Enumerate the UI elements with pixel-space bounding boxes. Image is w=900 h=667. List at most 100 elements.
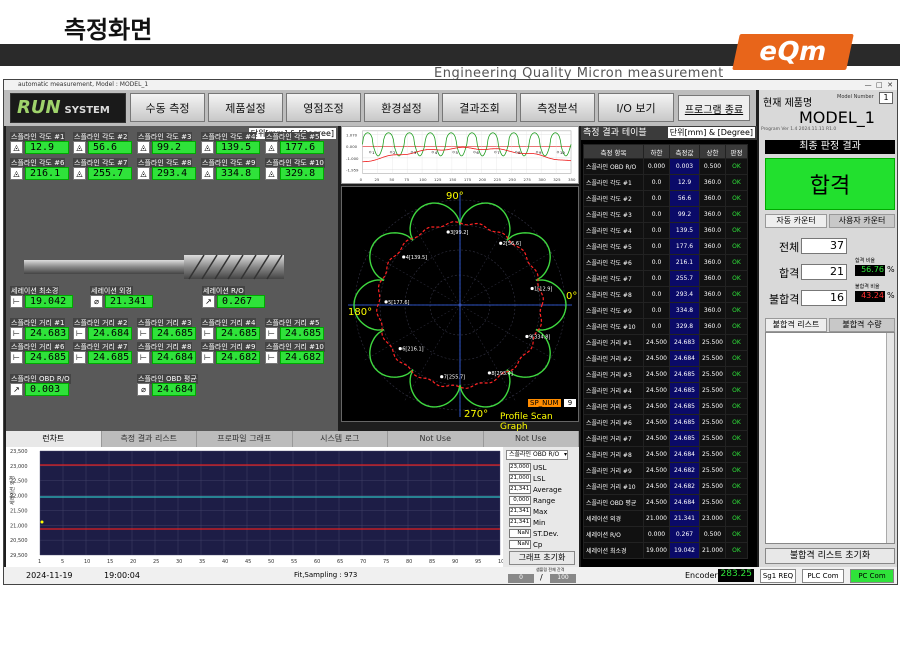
angle-8-value: 293.4 (152, 167, 196, 180)
model-number-value[interactable]: 1 (879, 92, 893, 104)
table-cell: 24.500 (643, 334, 670, 351)
distance-9-value: 24.682 (216, 351, 260, 364)
slide-title: 측정화면 (64, 16, 153, 44)
close-button[interactable]: ✕ (887, 81, 893, 89)
tab-fail-list[interactable]: 불합격 리스트 (765, 318, 827, 332)
legend-name: USL (533, 464, 547, 472)
manual-measure-button[interactable]: 수동 측정 (130, 93, 205, 122)
tab-auto-counter[interactable]: 자동 카운터 (765, 214, 827, 228)
tab-run-chart[interactable]: 런차트 (6, 431, 102, 447)
pass-ratio-unit: % (887, 265, 895, 274)
dist-icon: ⊢ (265, 351, 278, 364)
logo-sub: SYSTEM (64, 105, 110, 116)
polar-label-180: 180° (348, 307, 373, 318)
diameter-icon: ⌀ (137, 383, 150, 396)
zero-adjust-button[interactable]: 영점조정 (286, 93, 361, 122)
table-cell: 24.685 (669, 382, 700, 399)
io-view-button[interactable]: I/O 보기 (598, 93, 674, 122)
table-row: 스플라인 거리 #4 24.500 24.685 25.500 OK (583, 382, 748, 399)
table-cell: 세레이션 최소경 (583, 542, 644, 559)
trend-xtick: 55 (291, 559, 297, 565)
tab-profile-graph[interactable]: 프로파일 그래프 (197, 431, 293, 447)
fail-list-reset-button[interactable]: 불합격 리스트 초기화 (765, 548, 895, 564)
sampling-start[interactable]: 0 (508, 574, 534, 583)
tab-result-list[interactable]: 측정 결과 리스트 (102, 431, 197, 447)
legend-name: Cp (533, 541, 543, 549)
table-row: 스플라인 거리 #2 24.500 24.684 25.500 OK (583, 350, 748, 367)
sp-num-value[interactable]: 9 (564, 399, 576, 407)
table-row: 스플라인 거리 #10 24.500 24.682 25.500 OK (583, 478, 748, 495)
trend-ytick: 21,000 (10, 523, 28, 529)
table-cell: 스플라인 거리 #1 (583, 334, 644, 351)
profile-xtick: 25 (374, 177, 379, 182)
table-cell: 216.1 (669, 254, 700, 271)
table-cell: 24.683 (669, 334, 700, 351)
tab-system-log[interactable]: 시스템 로그 (293, 431, 388, 447)
maximize-button[interactable]: □ (876, 81, 883, 89)
table-cell: 99.2 (669, 206, 700, 223)
table-cell: 0.0 (643, 174, 670, 191)
results-query-button[interactable]: 결과조회 (442, 93, 517, 122)
table-cell: OK (725, 334, 748, 351)
profile-scan-graph: 1[12.9] 2[56.6] 3[99.2] 4[139.5] 5[177.6] 6[2… (341, 186, 579, 432)
table-cell: 293.4 (669, 286, 700, 303)
fail-list-box[interactable] (765, 332, 895, 544)
legend-value: NaN (509, 540, 531, 549)
table-cell: 21.000 (699, 542, 726, 559)
table-cell: 177.6 (669, 238, 700, 255)
graph-reset-button[interactable]: 그래프 초기화 (509, 551, 575, 565)
profile-xtick: 100 (419, 177, 427, 182)
profile-xtick: 325 (553, 177, 561, 182)
tab-fail-count[interactable]: 불합격 수량 (829, 318, 895, 332)
sampling-end[interactable]: 100 (550, 574, 576, 583)
eqm-logo: eQm (732, 34, 854, 70)
status-time: 19:00:04 (104, 571, 140, 580)
trend-xtick: 60 (314, 559, 320, 565)
dist-icon: ⊢ (10, 295, 23, 308)
list-scrollbar[interactable] (886, 333, 894, 543)
table-row: 스플라인 각도 #9 0.0 334.8 360.0 OK (583, 302, 748, 319)
table-cell: 24.685 (669, 398, 700, 415)
profile-mark-dot (515, 150, 518, 154)
model-name: MODEL_1 (799, 108, 875, 127)
legend-name: Range (533, 497, 556, 505)
trend-xtick: 25 (153, 559, 159, 565)
table-row: 스플라인 거리 #3 24.500 24.685 25.500 OK (583, 366, 748, 383)
table-row: 스플라인 각도 #1 0.0 12.9 360.0 OK (583, 174, 748, 191)
fail-label: 불합격 (769, 293, 800, 306)
table-cell: 0.0 (643, 222, 670, 239)
angle-icon: ◬ (265, 141, 278, 154)
polar-label-90: 90° (446, 191, 464, 202)
legend-name: ST.Dev. (533, 530, 559, 538)
table-cell: OK (725, 446, 748, 463)
trend-xtick: 50 (268, 559, 274, 565)
table-cell: 360.0 (699, 270, 726, 287)
dist-icon: ⊢ (201, 351, 214, 364)
product-settings-button[interactable]: 제품설정 (208, 93, 283, 122)
distance-7-value: 24.685 (88, 351, 132, 364)
status-date: 2024-11-19 (26, 571, 73, 580)
minimize-button[interactable]: — (865, 81, 872, 89)
obd-average-value: 24.684 (152, 383, 196, 396)
environment-settings-button[interactable]: 환경설정 (364, 93, 439, 122)
table-cell: 스플라인 OBD R/O (583, 158, 644, 175)
table-cell: 스플라인 각도 #9 (583, 302, 644, 319)
run-chart-legend: 스플라인 OBD R/O ▾ 23,000 USL 21,000 LSL 21,341 Av… (503, 447, 579, 567)
trend-xtick: 15 (107, 559, 113, 565)
tab-not-use-1[interactable]: Not Use (388, 431, 484, 447)
measurement-analysis-button[interactable]: 측정분석 (520, 93, 595, 122)
table-cell: 24.685 (669, 430, 700, 447)
program-exit-button[interactable]: 프로그램 종료 (678, 95, 750, 121)
table-cell: 334.8 (669, 302, 700, 319)
trend-xtick: 80 (406, 559, 412, 565)
table-cell: 0.267 (669, 526, 700, 543)
diameter-icon: ⌀ (90, 295, 103, 308)
dist-icon: ⊢ (10, 327, 23, 340)
tab-not-use-2[interactable]: Not Use (484, 431, 579, 447)
tab-user-counter[interactable]: 사용자 카운터 (829, 214, 895, 228)
legend-value: NaN (509, 529, 531, 538)
polar-point-label: 5[177.6] (388, 300, 409, 306)
table-cell: 360.0 (699, 206, 726, 223)
legend-item-select[interactable]: 스플라인 OBD R/O ▾ (506, 450, 568, 460)
serration-outer-dia-value: 21.341 (105, 295, 153, 308)
